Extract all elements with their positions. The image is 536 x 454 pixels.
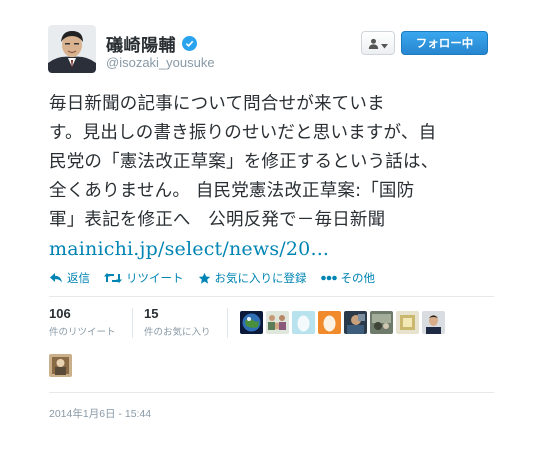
retweet-count: 106 — [49, 306, 71, 321]
author-name-row[interactable]: 礒崎陽輔 — [106, 31, 197, 56]
retweet-count-label: 件のリツイート — [49, 327, 116, 338]
reply-action[interactable]: 返信 — [49, 270, 90, 286]
favorite-action[interactable]: お気に入りに登録 — [198, 270, 307, 286]
favorite-count-label: 件のお気に入り — [144, 327, 211, 338]
tweet-line: す。見出しの書き振りのせいだと思いますが、自 — [49, 123, 437, 143]
divider — [49, 296, 494, 297]
divider — [49, 392, 494, 393]
tweet-line: 民党の「憲法改正草案」を修正するという話は、 — [49, 152, 439, 172]
stat-separator — [132, 308, 133, 338]
tweet-timestamp[interactable]: 2014年1月6日 - 15:44 — [49, 406, 151, 421]
tweet-text: 毎日新聞の記事について問合せが来ていま す。見出しの書き振りのせいだと思いますが… — [49, 90, 494, 265]
user-avatar[interactable] — [422, 311, 445, 334]
user-actions-button[interactable] — [361, 31, 395, 55]
retweet-label: リツイート — [126, 271, 184, 285]
more-action[interactable]: その他 — [320, 270, 376, 286]
user-avatar[interactable] — [318, 311, 341, 334]
more-label: その他 — [340, 271, 376, 285]
user-avatar[interactable] — [240, 311, 263, 334]
retweeter-avatars — [240, 311, 445, 334]
tweet-actions: 返信 リツイート お気に入りに登録 その他 — [49, 270, 389, 286]
reply-icon — [49, 272, 63, 284]
tweet-link[interactable]: mainichi.jp/select/news/20... — [49, 238, 329, 260]
tweet-line: 毎日新聞の記事について問合せが来ていま — [49, 94, 385, 114]
follow-label: フォロー中 — [415, 36, 474, 50]
reply-label: 返信 — [67, 271, 90, 285]
author-handle[interactable]: @isozaki_yousuke — [106, 55, 215, 70]
tweet-line: 軍」表記を修正へ 公明反発で－毎日新聞 — [49, 210, 386, 230]
user-avatar[interactable] — [344, 311, 367, 334]
user-avatar[interactable] — [396, 311, 419, 334]
verified-badge-icon — [182, 36, 197, 51]
caret-down-icon — [381, 34, 388, 53]
stat-separator — [227, 308, 228, 338]
retweet-action[interactable]: リツイート — [104, 270, 184, 286]
user-avatar[interactable] — [370, 311, 393, 334]
user-icon — [368, 34, 379, 53]
favorite-label: お気に入りに登録 — [214, 271, 307, 285]
star-icon — [198, 272, 211, 285]
user-avatar[interactable] — [266, 311, 289, 334]
favorite-stat[interactable]: 15 件のお気に入り — [144, 306, 211, 338]
favorite-count: 15 — [144, 306, 159, 321]
tweet-card: 礒崎陽輔 @isozaki_yousuke フォロー中 毎日新聞の記事について問… — [0, 0, 536, 454]
retweet-stat[interactable]: 106 件のリツイート — [49, 306, 116, 338]
author-avatar[interactable] — [48, 25, 96, 73]
more-dots-icon — [320, 275, 337, 281]
user-avatar[interactable] — [292, 311, 315, 334]
tweet-line: 全くありません。 自民党憲法改正草案:「国防 — [49, 181, 415, 201]
author-display-name[interactable]: 礒崎陽輔 — [106, 31, 176, 56]
user-avatar[interactable] — [49, 354, 72, 377]
following-button[interactable]: フォロー中 — [401, 31, 488, 55]
retweet-icon — [104, 272, 122, 284]
